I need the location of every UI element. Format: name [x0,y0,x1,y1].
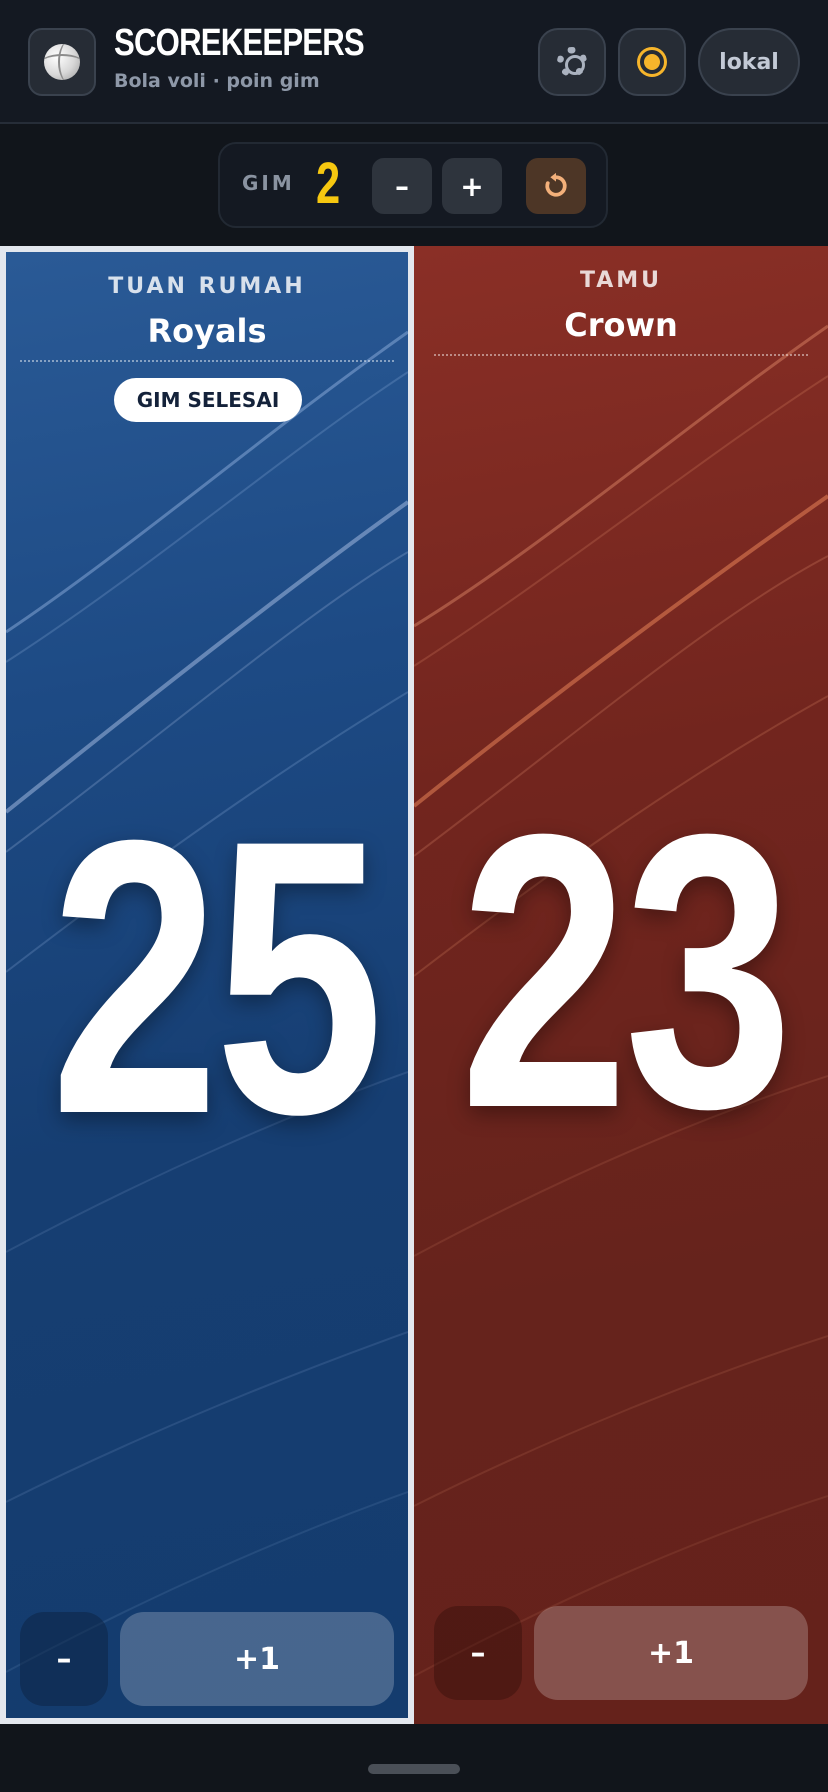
app-header: SCOREKEEPERS Bola voli · poin gim lokal [0,0,828,124]
away-minus-button[interactable]: – [434,1606,522,1700]
theme-toggle-button[interactable] [618,28,686,96]
away-divider [434,354,808,356]
away-team-name: Crown [564,306,678,344]
home-team-name: Royals [147,312,267,350]
sun-icon [644,54,660,70]
away-score: 23 [459,753,794,1189]
home-team-role: TUAN RUMAH [108,274,306,299]
home-plus-one-button[interactable]: +1 [120,1612,394,1706]
volleyball-icon [44,44,80,80]
game-finished-badge: GIM SELESAI [114,378,302,422]
home-score: 25 [50,759,384,1195]
game-controls: GIM 2 – + [218,142,608,228]
home-divider [20,360,394,362]
reset-icon [545,172,567,197]
away-team-role: TAMU [579,268,663,293]
app-subtitle: Bola voli · poin gim [114,70,320,92]
away-plus-one-button[interactable]: +1 [534,1606,808,1700]
reset-button[interactable] [526,158,586,214]
away-team-panel[interactable]: TAMU Crown 23 – +1 [414,246,828,1724]
home-minus-button[interactable]: – [20,1612,108,1706]
home-indicator[interactable] [368,1764,460,1774]
app-title: SCOREKEEPERS [114,22,365,64]
mode-button[interactable]: lokal [698,28,800,96]
game-number: 2 [316,151,341,216]
settings-button[interactable] [538,28,606,96]
gear-icon [557,47,587,77]
game-label: GIM [242,171,295,195]
home-team-panel[interactable]: TUAN RUMAH Royals GIM SELESAI 25 – +1 [0,246,414,1724]
game-increment-button[interactable]: + [442,158,502,214]
game-decrement-button[interactable]: – [372,158,432,214]
volleyball-logo-button[interactable] [28,28,96,96]
